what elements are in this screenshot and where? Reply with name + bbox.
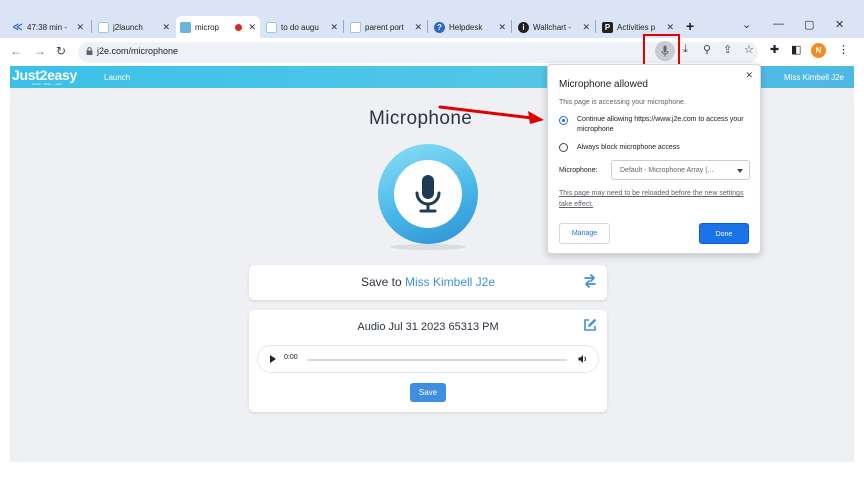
tab-title: Activities p: [617, 22, 656, 32]
close-window-button[interactable]: ✕: [835, 18, 844, 31]
tab-parent-portal[interactable]: parent port ✕: [346, 16, 426, 38]
install-app-icon[interactable]: ⤓: [683, 43, 688, 56]
share-icon[interactable]: ⇪: [723, 43, 732, 56]
zoom-icon[interactable]: ⚲: [703, 43, 711, 56]
bookmark-star-icon[interactable]: ☆: [744, 43, 754, 56]
shadow: [390, 244, 466, 250]
play-icon[interactable]: [270, 355, 276, 363]
tab-title: 47:38 min -: [27, 22, 68, 32]
save-to-card: Save to Miss Kimbell J2e: [249, 265, 607, 300]
allow-radio[interactable]: [559, 116, 568, 125]
tab-j2launch[interactable]: j2launch ✕: [94, 16, 174, 38]
close-icon[interactable]: ✕: [582, 22, 590, 33]
edit-icon[interactable]: [583, 318, 597, 332]
user-name[interactable]: Miss Kimbell J2e: [784, 73, 844, 82]
padlet-icon: P: [602, 21, 613, 33]
close-icon[interactable]: ✕: [248, 22, 256, 33]
save-to-target[interactable]: Miss Kimbell J2e: [405, 275, 495, 289]
lock-icon: [86, 47, 93, 55]
tab-title: to do augu: [281, 22, 319, 32]
microphone-icon: [415, 175, 441, 213]
minimize-button[interactable]: —: [773, 18, 784, 30]
seek-bar[interactable]: [307, 359, 567, 361]
tab-title: Wallchart -: [533, 22, 571, 32]
chevron-down-icon: [737, 169, 743, 173]
save-button[interactable]: Save: [410, 383, 446, 402]
forward-button[interactable]: →: [34, 44, 46, 58]
back-arrow-icon: ≪: [12, 21, 23, 33]
player-time: 0:00: [284, 354, 298, 361]
tab-search-button[interactable]: ⌄: [742, 18, 751, 31]
tab-title: microp: [195, 22, 220, 32]
tab-title: j2launch: [113, 22, 143, 32]
volume-icon[interactable]: [578, 354, 588, 364]
manage-button[interactable]: Manage: [559, 223, 610, 244]
j2e-icon: [98, 21, 109, 33]
close-icon[interactable]: ✕: [330, 22, 338, 33]
url-text[interactable]: j2e.com/microphone: [97, 46, 178, 56]
tab-title: Helpdesk: [449, 22, 483, 32]
tab-helpdesk[interactable]: ? Helpdesk ✕: [430, 16, 510, 38]
done-button[interactable]: Done: [699, 223, 749, 244]
tab-microphone[interactable]: microp ✕: [176, 16, 260, 38]
tab-video[interactable]: ≪ 47:38 min - ✕: [8, 16, 88, 38]
audio-player: 0:00: [257, 345, 599, 373]
block-option-label[interactable]: Always block microphone access: [577, 143, 747, 153]
tab-wallchart[interactable]: i Wallchart - ✕: [514, 16, 594, 38]
save-to-prefix: Save to: [360, 275, 402, 289]
new-tab-button[interactable]: +: [686, 18, 694, 34]
close-icon[interactable]: ✕: [498, 22, 506, 33]
audio-card: Audio Jul 31 2023 65313 PM 0:00 Save: [249, 310, 607, 412]
kebab-menu-icon[interactable]: ⋮: [838, 43, 849, 56]
annotation-arrow: [438, 105, 544, 124]
launch-link[interactable]: Launch: [104, 73, 130, 82]
record-button-inner: [394, 160, 462, 228]
allow-option-label[interactable]: Continue allowing https://www.j2e.com to…: [577, 115, 747, 135]
close-icon[interactable]: ✕: [414, 22, 422, 33]
audio-title: Audio Jul 31 2023 65313 PM: [357, 321, 499, 333]
profile-avatar[interactable]: N: [811, 43, 826, 58]
maximize-button[interactable]: ▢: [804, 18, 814, 31]
swap-icon[interactable]: [583, 274, 597, 288]
microphone-select-label: Microphone:: [559, 167, 598, 174]
close-icon[interactable]: ✕: [666, 22, 674, 33]
annotation-highlight-box: [643, 34, 680, 66]
popup-description: This page is accessing your microphone.: [559, 99, 686, 106]
close-icon[interactable]: ✕: [162, 22, 170, 33]
helpdesk-icon: ?: [434, 21, 445, 33]
recording-indicator-icon: [235, 23, 243, 31]
close-icon[interactable]: ✕: [745, 70, 753, 81]
browser-tab-strip: ≪ 47:38 min - ✕ j2launch ✕ microp ✕ to d…: [0, 0, 864, 38]
j2e-icon: [266, 21, 277, 33]
save-to-label: Save to Miss Kimbell J2e: [249, 275, 607, 289]
block-radio[interactable]: [559, 143, 568, 152]
microphone-select[interactable]: Default - Microphone Array (...: [611, 160, 750, 180]
popup-title: Microphone allowed: [559, 79, 648, 90]
close-icon[interactable]: ✕: [76, 22, 84, 33]
back-button[interactable]: ←: [10, 44, 22, 58]
wallchart-icon: i: [518, 21, 529, 33]
microphone-permission-popup: ✕ Microphone allowed This page is access…: [547, 64, 761, 254]
j2e-icon: [350, 21, 361, 33]
tab-todo[interactable]: to do augu ✕: [262, 16, 342, 38]
j2e-icon: [180, 21, 191, 33]
screenshot-frame: ≪ 47:38 min - ✕ j2launch ✕ microp ✕ to d…: [0, 0, 864, 478]
app-logo[interactable]: Just2easy: [12, 67, 77, 83]
reload-note-link[interactable]: This page may need to be reloaded before…: [559, 188, 749, 210]
microphone-select-value: Default - Microphone Array (...: [620, 167, 714, 174]
reload-button[interactable]: ↻: [56, 44, 66, 58]
extensions-icon[interactable]: ✚: [770, 43, 779, 56]
logo-tagline: Create · Share · Learn: [32, 82, 63, 86]
record-button[interactable]: [378, 144, 478, 244]
side-panel-icon[interactable]: ◧: [791, 43, 801, 56]
browser-toolbar: ← → ↻ j2e.com/microphone: [0, 38, 864, 66]
tab-title: parent port: [365, 22, 404, 32]
